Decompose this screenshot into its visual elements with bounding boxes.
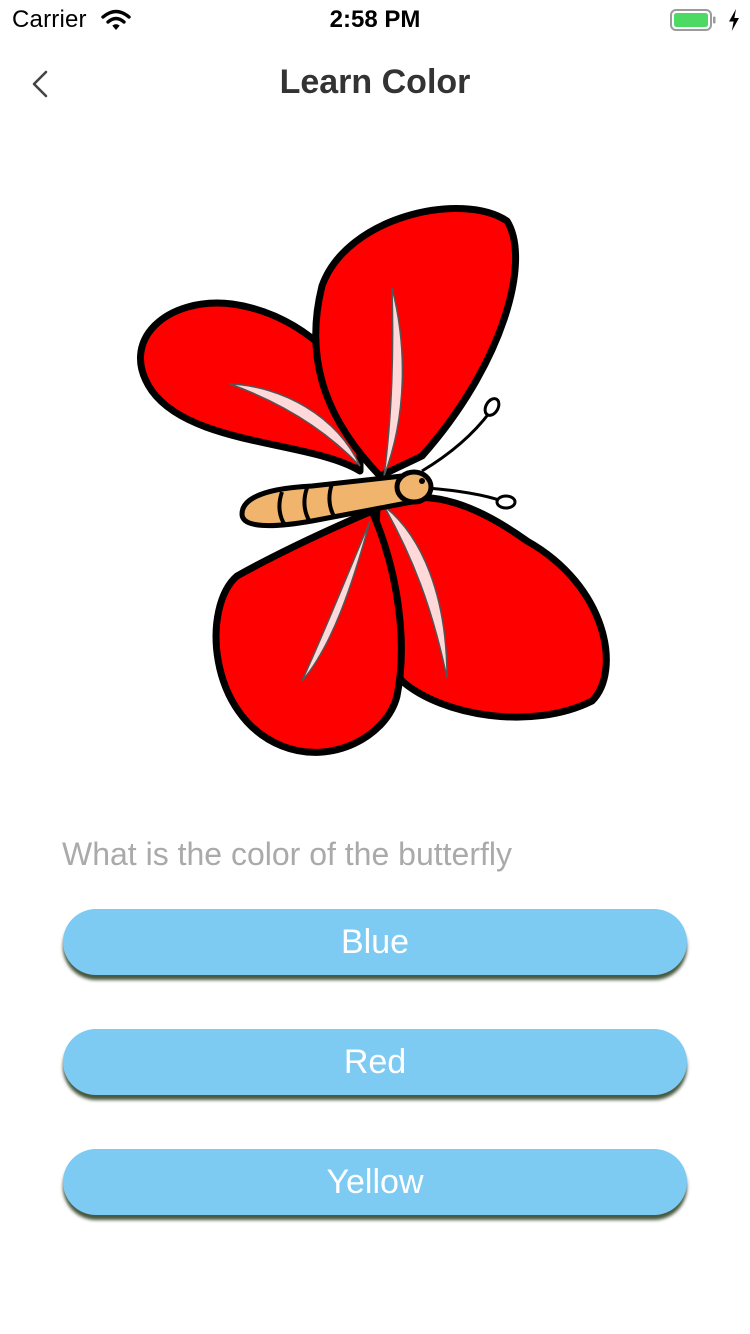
upper-right-wing bbox=[312, 205, 520, 480]
lower-left-wing bbox=[212, 507, 405, 756]
charging-bolt-icon bbox=[729, 9, 739, 31]
lower-right-wing bbox=[372, 493, 610, 721]
status-bar: Carrier 2:58 PM bbox=[0, 0, 750, 40]
butterfly-head bbox=[394, 469, 434, 505]
butterfly-illustration bbox=[137, 205, 610, 756]
page-title: Learn Color bbox=[279, 63, 471, 101]
answer-button-blue[interactable]: Blue bbox=[63, 909, 687, 975]
battery-icon bbox=[670, 9, 716, 31]
answer-button-red[interactable]: Red bbox=[63, 1029, 687, 1095]
question-text: What is the color of the butterfly bbox=[62, 836, 512, 872]
answer-button-yellow[interactable]: Yellow bbox=[63, 1149, 687, 1215]
navigation-bar: Learn Color bbox=[0, 40, 750, 128]
status-time: 2:58 PM bbox=[329, 6, 421, 33]
